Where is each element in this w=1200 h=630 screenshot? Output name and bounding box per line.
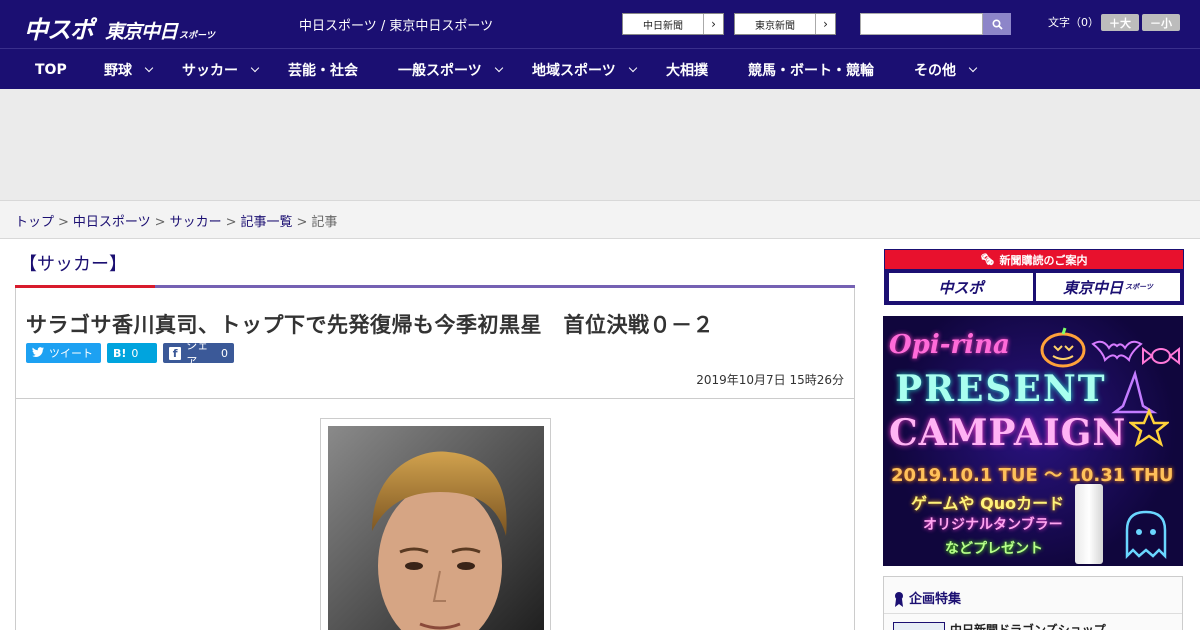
breadcrumb-link-top[interactable]: トップ <box>15 215 54 230</box>
nav-item-soccer[interactable]: サッカー <box>182 49 260 90</box>
article-photo[interactable] <box>328 426 544 630</box>
nav-item-baseball[interactable]: 野球 <box>104 49 154 90</box>
nav-item-top[interactable]: TOP <box>35 49 67 90</box>
breadcrumb-separator: > <box>296 215 308 230</box>
subscribe-tokyo-chunichi-label: 東京中日 <box>1063 278 1124 297</box>
main-nav: TOP 野球 サッカー 芸能・社会 一般スポーツ 地域スポーツ 大相撲 競馬・ボ… <box>0 48 1200 89</box>
breadcrumb-link-article-list[interactable]: 記事一覧 <box>241 215 293 230</box>
campaign-text-tumbler: オリジナルタンブラー <box>923 517 1063 533</box>
feature-special-box: 企画特集 中日新聞ドラゴンズショップ <box>883 576 1183 630</box>
nav-item-entertainment[interactable]: 芸能・社会 <box>288 49 358 90</box>
tokyo-shimbun-link[interactable]: 東京新聞 › <box>734 13 836 35</box>
subscription-box: 🗞 新聞購読のご案内 中スポ 東京中日 スポーツ <box>884 249 1184 305</box>
star-icon <box>1129 408 1169 447</box>
font-smaller-button[interactable]: －小 <box>1142 14 1180 31</box>
bat-icon <box>1091 340 1143 362</box>
hatena-bookmark-icon: B! <box>113 346 127 360</box>
article-photo-frame <box>320 418 551 630</box>
subscription-title: 新聞購読のご案内 <box>999 253 1088 267</box>
breadcrumb-current: 記事 <box>311 215 338 230</box>
logo-tokyo-chunichi: 東京中日 <box>105 21 178 43</box>
chevron-right-icon: › <box>815 14 835 34</box>
article-date: 2019年10月7日 15時26分 <box>696 373 844 387</box>
breadcrumb-separator: > <box>225 215 237 230</box>
logo-suffix: スポーツ <box>179 31 215 41</box>
logo-chuspo: 中スポ <box>24 16 94 44</box>
hatena-count: 0 <box>131 346 139 360</box>
nav-label: 芸能・社会 <box>288 62 358 79</box>
tweet-button[interactable]: ツイート <box>26 343 101 363</box>
pumpkin-icon <box>1040 327 1086 368</box>
nav-label: TOP <box>35 61 67 78</box>
facebook-icon: f <box>169 346 182 360</box>
chevron-down-icon <box>968 63 978 72</box>
chevron-down-icon <box>250 63 260 72</box>
chevron-down-icon <box>144 63 154 72</box>
subscribe-tokyo-chunichi-suffix: スポーツ <box>1125 283 1153 291</box>
candy-icon <box>1142 346 1180 366</box>
site-names: 中日スポーツ / 東京中日スポーツ <box>299 19 494 34</box>
nav-item-other[interactable]: その他 <box>914 49 978 90</box>
nav-label: 競馬・ボート・競輪 <box>748 62 874 79</box>
hatena-bookmark-button[interactable]: B! 0 <box>107 343 157 363</box>
nav-item-racing[interactable]: 競馬・ボート・競輪 <box>748 49 874 90</box>
subscribe-tokyo-chunichi-button[interactable]: 東京中日 スポーツ <box>1036 273 1180 301</box>
newspaper-icon: 🗞 <box>980 253 995 266</box>
campaign-text-prizes: ゲームや Quoカード <box>911 494 1065 513</box>
feature-title: 企画特集 <box>894 588 961 607</box>
twitter-bird-icon <box>32 346 44 360</box>
player-portrait <box>328 426 544 630</box>
tokyo-shimbun-label: 東京新聞 <box>755 20 795 32</box>
nav-item-sumo[interactable]: 大相撲 <box>666 49 708 90</box>
nav-label: サッカー <box>182 62 238 79</box>
subscribe-chuspo-button[interactable]: 中スポ <box>889 273 1033 301</box>
nav-label: 地域スポーツ <box>532 62 616 79</box>
ad-banner-area <box>0 89 1200 200</box>
nav-label: 一般スポーツ <box>398 62 482 79</box>
font-bigger-button[interactable]: ＋大 <box>1101 14 1139 31</box>
nav-label: 野球 <box>104 62 132 79</box>
feature-item-dragons-shop[interactable]: 中日新聞ドラゴンズショップ <box>950 621 1106 630</box>
feature-title-label: 企画特集 <box>909 592 962 607</box>
search-button[interactable] <box>983 13 1011 35</box>
tweet-label: ツイート <box>49 347 93 360</box>
search-icon <box>991 18 1003 30</box>
ribbon-icon <box>894 591 904 607</box>
dragons-shop-thumbnail[interactable] <box>893 622 945 630</box>
facebook-share-label: シェア <box>186 339 209 368</box>
present-campaign-banner[interactable]: Opi-rina PRESENT CAMPAIGN 2019.10.1 TUE … <box>883 316 1183 566</box>
facebook-share-button[interactable]: f シェア 0 <box>163 339 234 368</box>
nav-label: 大相撲 <box>666 62 708 79</box>
search-input[interactable] <box>860 13 983 35</box>
breadcrumb-separator: > <box>154 215 166 230</box>
subscription-header: 🗞 新聞購読のご案内 <box>885 250 1183 269</box>
breadcrumb-link-chunichi-sports[interactable]: 中日スポーツ <box>73 215 151 230</box>
nav-item-local-sports[interactable]: 地域スポーツ <box>532 49 637 90</box>
font-size-label: 文字（0） <box>1048 16 1099 29</box>
tumbler-image <box>1075 484 1103 564</box>
campaign-brand: Opi-rina <box>889 330 1010 360</box>
nav-label: その他 <box>914 62 956 79</box>
chevron-down-icon <box>628 63 637 72</box>
feature-divider <box>884 613 1182 614</box>
article-headline: サラゴサ香川真司、トップ下で先発復帰も今季初黒星 首位決戦０－２ <box>26 313 714 337</box>
breadcrumb-separator: > <box>58 215 69 230</box>
campaign-text-presents: などプレゼント <box>945 541 1043 557</box>
chunichi-shimbun-link[interactable]: 中日新聞 › <box>622 13 724 35</box>
ghost-icon <box>1125 510 1167 560</box>
chevron-right-icon: › <box>703 14 723 34</box>
campaign-line-campaign: CAMPAIGN <box>889 412 1127 454</box>
campaign-dates: 2019.10.1 TUE 〜 10.31 THU <box>891 465 1174 486</box>
campaign-line-present: PRESENT <box>895 368 1107 410</box>
site-logo[interactable]: 中スポ 東京中日 スポーツ <box>24 10 215 44</box>
chevron-down-icon <box>494 63 503 72</box>
nav-item-general-sports[interactable]: 一般スポーツ <box>398 49 503 90</box>
breadcrumb-link-soccer[interactable]: サッカー <box>170 215 222 230</box>
chunichi-shimbun-label: 中日新聞 <box>643 20 683 32</box>
article-header-divider <box>15 398 855 399</box>
facebook-count: 0 <box>221 346 228 360</box>
breadcrumb: トップ > 中日スポーツ > サッカー > 記事一覧 > 記事 <box>0 200 1200 239</box>
section-category-title: 【サッカー】 <box>19 254 127 275</box>
site-header: 中スポ 東京中日 スポーツ 中日スポーツ / 東京中日スポーツ 中日新聞 › 東… <box>0 0 1200 48</box>
